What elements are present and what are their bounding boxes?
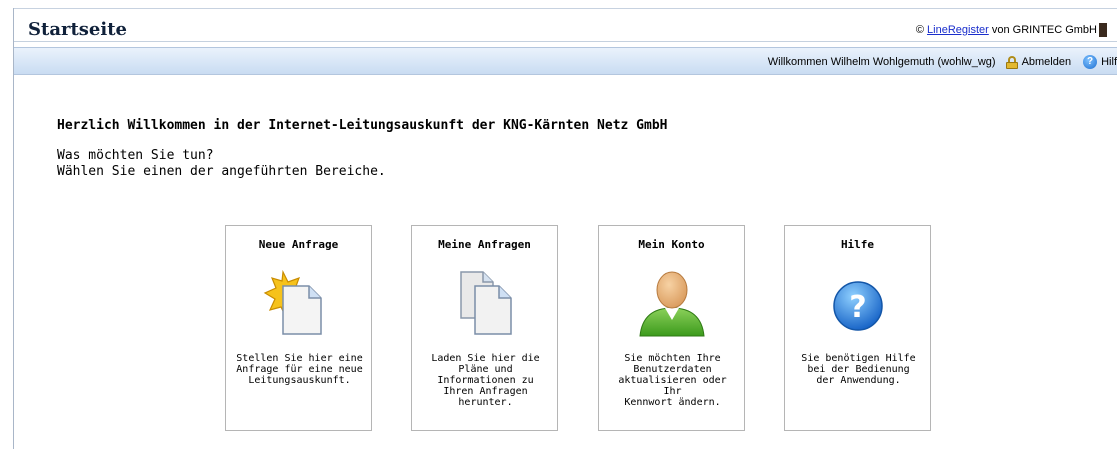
page-title: Startseite bbox=[28, 19, 127, 40]
tile-hilfe[interactable]: Hilfe ? Sie benötigen Hilfe bei der Bedi… bbox=[784, 225, 931, 431]
tile-title: Hilfe bbox=[840, 238, 875, 251]
help-icon: ? bbox=[822, 268, 894, 338]
intro-question: Was möchten Sie tun? bbox=[57, 148, 214, 163]
brand-logo-icon bbox=[1099, 23, 1107, 37]
user-bar-content: Willkommen Wilhelm Wohlgemuth (wohlw_wg)… bbox=[768, 55, 1117, 69]
documents-icon bbox=[449, 268, 521, 338]
tile-description: Sie benötigen Hilfe bei der Bedienung de… bbox=[801, 353, 916, 386]
help-icon[interactable]: ? bbox=[1083, 55, 1098, 69]
tile-description: Sie möchten Ihre Benutzerdaten aktualisi… bbox=[618, 353, 727, 408]
copyright-symbol: © bbox=[915, 24, 924, 36]
tile-title: Meine Anfragen bbox=[438, 238, 531, 251]
tile-description: Laden Sie hier die Pläne und Information… bbox=[431, 353, 540, 408]
user-account-icon bbox=[636, 268, 708, 338]
new-document-star-icon bbox=[263, 268, 335, 338]
tile-description: Stellen Sie hier eine Anfrage für eine n… bbox=[236, 353, 363, 386]
welcome-heading: Herzlich Willkommen in der Internet-Leit… bbox=[57, 118, 668, 133]
lineregister-link[interactable]: LineRegister bbox=[927, 24, 989, 36]
copyright-company: von GRINTEC GmbH bbox=[991, 24, 1097, 36]
intro-instruction: Wählen Sie einen der angeführten Bereich… bbox=[57, 164, 386, 179]
tile-meine-anfragen[interactable]: Meine Anfragen Laden Sie hier die Pläne … bbox=[411, 225, 558, 431]
user-bar: Willkommen Wilhelm Wohlgemuth (wohlw_wg)… bbox=[14, 47, 1117, 75]
svg-text:?: ? bbox=[849, 290, 866, 325]
tile-title: Neue Anfrage bbox=[258, 238, 339, 251]
title-bar: Startseite © LineRegister von GRINTEC Gm… bbox=[14, 9, 1117, 42]
logout-link[interactable]: Abmelden bbox=[1022, 56, 1072, 68]
tile-mein-konto[interactable]: Mein Konto Sie möchten Ihre Benutzerdate… bbox=[598, 225, 745, 431]
help-link[interactable]: Hilf bbox=[1101, 56, 1117, 68]
welcome-user-text: Willkommen Wilhelm Wohlgemuth (wohlw_wg) bbox=[767, 56, 996, 68]
copyright: © LineRegister von GRINTEC GmbH bbox=[916, 23, 1107, 37]
lock-icon[interactable] bbox=[1005, 55, 1018, 69]
tile-neue-anfrage[interactable]: Neue Anfrage Stellen Sie hier eine Anfra… bbox=[225, 225, 372, 431]
tile-title: Mein Konto bbox=[638, 238, 705, 251]
